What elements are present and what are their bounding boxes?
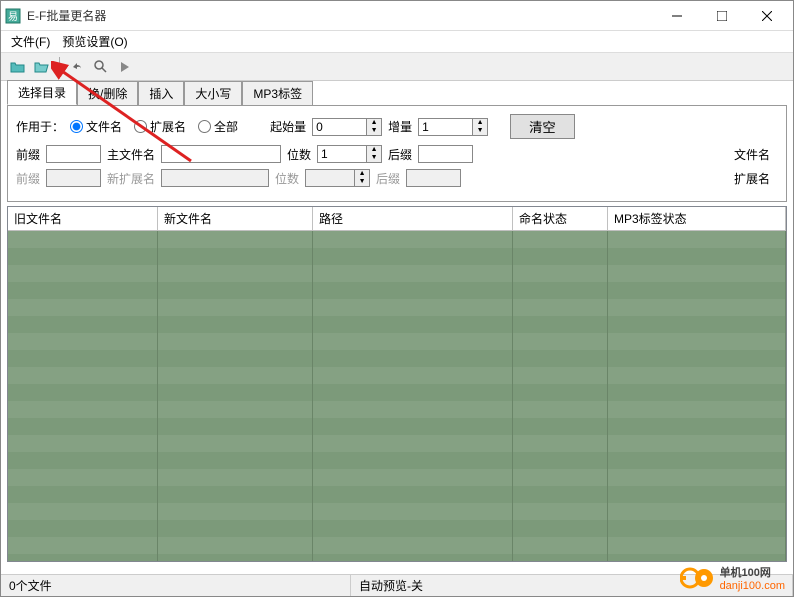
- tab-mp3-tag[interactable]: MP3标签: [242, 81, 313, 105]
- new-ext-input: [161, 169, 269, 187]
- filename-side-label: 文件名: [734, 146, 778, 163]
- menu-preview-settings[interactable]: 预览设置(O): [58, 31, 131, 52]
- radio-extension[interactable]: 扩展名: [134, 118, 186, 135]
- digits-input[interactable]: [317, 145, 367, 163]
- th-mp3-status[interactable]: MP3标签状态: [608, 207, 786, 231]
- prefix-input[interactable]: [46, 145, 101, 163]
- table-row[interactable]: [8, 299, 786, 316]
- table-row[interactable]: [8, 367, 786, 384]
- minimize-button[interactable]: [654, 2, 699, 30]
- table-row[interactable]: [8, 486, 786, 503]
- maximize-button[interactable]: [699, 2, 744, 30]
- table-row[interactable]: [8, 401, 786, 418]
- toolbar-separator: [59, 57, 60, 77]
- th-path[interactable]: 路径: [313, 207, 513, 231]
- prefix-label: 前缀: [16, 146, 40, 163]
- watermark: 单机100网 danji100.com: [680, 564, 785, 592]
- radio-all[interactable]: 全部: [198, 118, 238, 135]
- play-icon[interactable]: [114, 56, 136, 78]
- table-row[interactable]: [8, 282, 786, 299]
- tab-insert[interactable]: 插入: [138, 81, 184, 105]
- undo-icon[interactable]: [66, 56, 88, 78]
- tab-case[interactable]: 大小写: [184, 81, 242, 105]
- close-button[interactable]: [744, 2, 789, 30]
- table-row[interactable]: [8, 231, 786, 248]
- table-row[interactable]: [8, 503, 786, 520]
- table-row[interactable]: [8, 418, 786, 435]
- clear-button[interactable]: 清空: [510, 114, 575, 139]
- app-icon: 易: [5, 8, 21, 24]
- tab-select-directory[interactable]: 选择目录: [7, 80, 77, 105]
- apply-to-label: 作用于：: [16, 118, 64, 135]
- file-table[interactable]: 旧文件名 新文件名 路径 命名状态 MP3标签状态 document.write…: [7, 206, 787, 562]
- main-filename-label: 主文件名: [107, 146, 155, 163]
- digits2-input: [305, 169, 355, 187]
- suffix-label: 后缀: [388, 146, 412, 163]
- th-rename-status[interactable]: 命名状态: [513, 207, 608, 231]
- table-row[interactable]: [8, 333, 786, 350]
- radio-filename[interactable]: 文件名: [70, 118, 122, 135]
- th-new-name[interactable]: 新文件名: [158, 207, 313, 231]
- search-icon[interactable]: [90, 56, 112, 78]
- status-file-count: 0个文件: [1, 575, 351, 596]
- tab-replace-delete[interactable]: 换/删除: [77, 81, 138, 105]
- digits-spinner[interactable]: ▲▼: [317, 145, 382, 163]
- table-row[interactable]: [8, 248, 786, 265]
- watermark-url: danji100.com: [720, 580, 785, 592]
- table-row[interactable]: [8, 384, 786, 401]
- new-ext-label: 新扩展名: [107, 170, 155, 187]
- increment-input[interactable]: [418, 118, 473, 136]
- menu-file[interactable]: 文件(F): [7, 31, 54, 52]
- table-row[interactable]: [8, 469, 786, 486]
- table-row[interactable]: [8, 537, 786, 554]
- start-num-input[interactable]: [312, 118, 367, 136]
- table-body[interactable]: document.write(Array.from({length:20}).m…: [8, 231, 786, 561]
- table-row[interactable]: [8, 316, 786, 333]
- prefix2-input: [46, 169, 101, 187]
- window-title: E-F批量更名器: [27, 7, 654, 24]
- table-row[interactable]: [8, 452, 786, 469]
- table-row[interactable]: [8, 435, 786, 452]
- digits-label: 位数: [287, 146, 311, 163]
- start-num-label: 起始量: [270, 118, 306, 135]
- table-row[interactable]: [8, 265, 786, 282]
- table-row[interactable]: [8, 520, 786, 537]
- digits2-label: 位数: [275, 170, 299, 187]
- th-old-name[interactable]: 旧文件名: [8, 207, 158, 231]
- open-folder2-icon[interactable]: [31, 56, 53, 78]
- open-folder-icon[interactable]: [7, 56, 29, 78]
- suffix2-input: [406, 169, 461, 187]
- watermark-brand: 单机100网: [720, 564, 771, 580]
- increment-label: 增量: [388, 118, 412, 135]
- start-num-spinner[interactable]: ▲▼: [312, 118, 382, 136]
- table-row[interactable]: [8, 350, 786, 367]
- prefix2-label: 前缀: [16, 170, 40, 187]
- suffix2-label: 后缀: [376, 170, 400, 187]
- ext-side-label: 扩展名: [734, 170, 778, 187]
- table-row[interactable]: [8, 554, 786, 561]
- suffix-input[interactable]: [418, 145, 473, 163]
- increment-spinner[interactable]: ▲▼: [418, 118, 488, 136]
- main-filename-input[interactable]: [161, 145, 281, 163]
- digits2-spinner: ▲▼: [305, 169, 370, 187]
- svg-text:易: 易: [8, 11, 18, 23]
